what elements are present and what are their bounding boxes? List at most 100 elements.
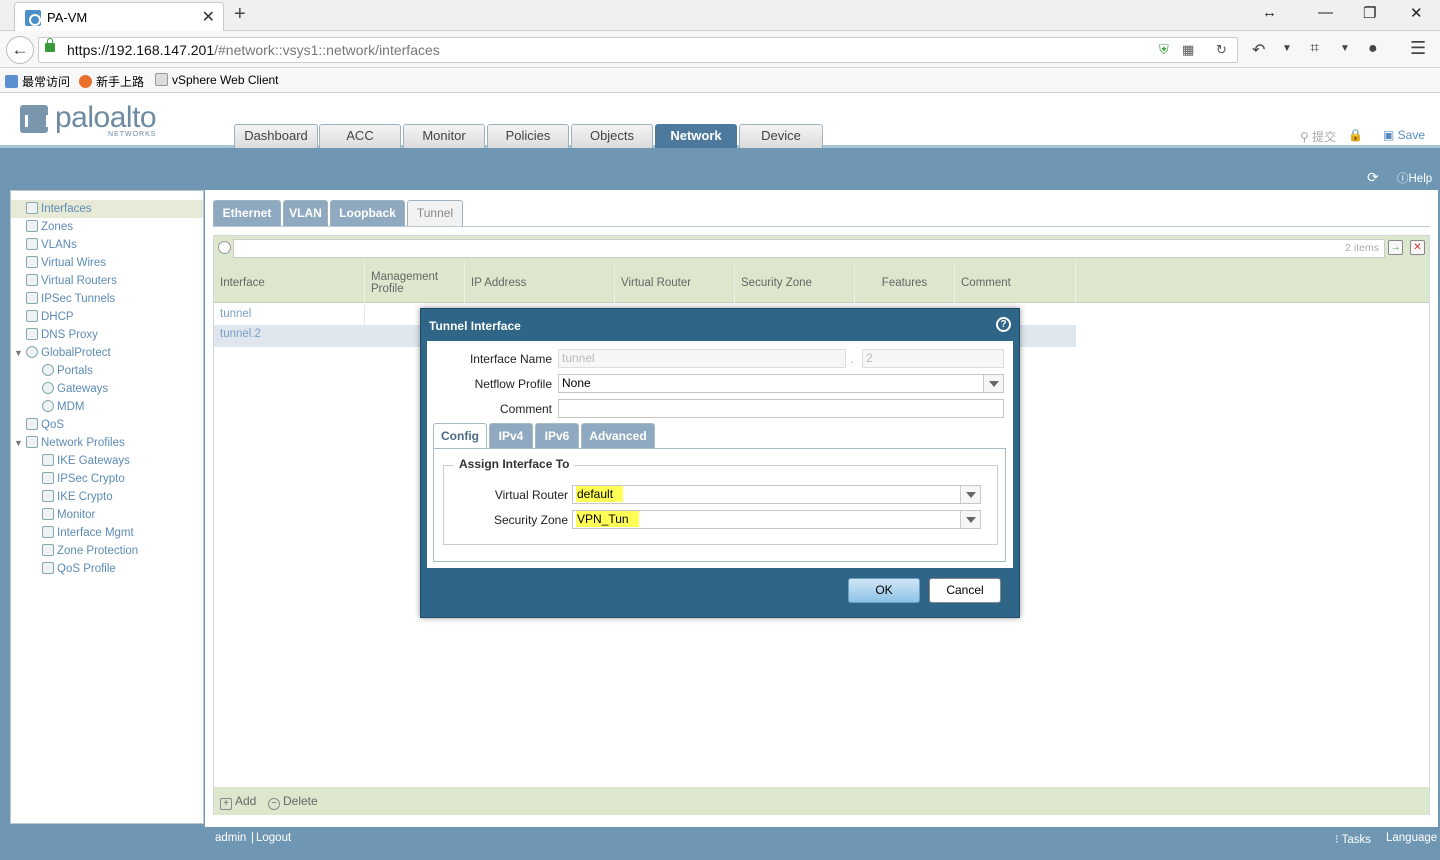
new-tab-icon[interactable]: + [234, 3, 246, 26]
lock-icon[interactable]: 🔒 [1348, 128, 1363, 142]
ok-button[interactable]: OK [848, 578, 920, 603]
help-icon[interactable]: ? [996, 317, 1011, 332]
sidebar-item-ike-gateways[interactable]: IKE Gateways [42, 452, 130, 470]
chevron-down-icon[interactable]: ▼ [1282, 43, 1292, 54]
bookmark-vsphere[interactable]: vSphere Web Client [155, 73, 279, 87]
expand-triangle-icon[interactable]: ▼ [14, 348, 23, 358]
language-link[interactable]: Language [1386, 832, 1437, 844]
help-link[interactable]: ⓘHelp [1397, 170, 1432, 186]
tab-ipv6[interactable]: IPv6 [535, 423, 579, 449]
column-header[interactable]: Security Zone [735, 262, 855, 303]
commit-button[interactable]: ⚲ 提交 [1300, 128, 1336, 145]
tab-config[interactable]: Config [433, 423, 487, 449]
tab-dashboard[interactable]: Dashboard [234, 124, 318, 148]
security-zone-select[interactable]: VPN_Tun [572, 510, 981, 529]
add-button[interactable]: + Add [220, 794, 256, 810]
expand-triangle-icon[interactable]: ▼ [14, 438, 23, 448]
sidebar-item-interface-mgmt[interactable]: Interface Mgmt [42, 524, 134, 542]
cancel-button[interactable]: Cancel [929, 578, 1001, 603]
tasks-link[interactable]: ⁝ Tasks [1335, 832, 1371, 846]
clear-filter-icon[interactable]: ✕ [1410, 240, 1425, 255]
browser-nav-bar: ← https://192.168.147.201/#network::vsys… [0, 31, 1440, 68]
minimize-icon[interactable]: — [1318, 4, 1333, 21]
interface-cell[interactable]: tunnel [220, 308, 251, 320]
tab-acc[interactable]: ACC [319, 124, 401, 148]
maximize-icon[interactable]: ❐ [1363, 4, 1376, 22]
column-header[interactable]: Interface [214, 262, 365, 303]
virtual-wires-icon [26, 256, 38, 268]
sidebar-item-portals[interactable]: Portals [42, 362, 93, 380]
sidebar-item-network-profiles[interactable]: Network Profiles [26, 434, 125, 452]
sidebar-item-monitor[interactable]: Monitor [42, 506, 95, 524]
chevron-down-icon[interactable] [960, 511, 980, 528]
tab-objects[interactable]: Objects [571, 124, 653, 148]
sidebar-item-zones[interactable]: Zones [26, 218, 73, 236]
undo-icon[interactable]: ↶ [1252, 40, 1265, 60]
sidebar-item-mdm[interactable]: MDM [42, 398, 84, 416]
tab-policies[interactable]: Policies [487, 124, 569, 148]
apply-filter-icon[interactable]: → [1388, 240, 1403, 255]
refresh-icon[interactable]: ⟳ [1367, 169, 1379, 186]
browser-tab[interactable]: PA-VM ✕ [14, 2, 224, 31]
chevron-down-icon[interactable] [960, 486, 980, 503]
tab-device[interactable]: Device [739, 124, 823, 148]
portals-icon [42, 364, 54, 376]
resize-icon[interactable]: ↔ [1262, 4, 1277, 21]
qr-code-icon[interactable]: ▦ [1182, 42, 1194, 58]
tab-monitor[interactable]: Monitor [403, 124, 485, 148]
sidebar-item-dhcp[interactable]: DHCP [26, 308, 74, 326]
column-header[interactable]: Virtual Router [615, 262, 735, 303]
tab-network[interactable]: Network [655, 124, 737, 148]
filter-input[interactable] [233, 239, 1385, 258]
tab-advanced[interactable]: Advanced [581, 423, 655, 449]
netflow-profile-select[interactable]: None [558, 374, 1004, 393]
sidebar-item-ipsec-crypto[interactable]: IPSec Crypto [42, 470, 125, 488]
sidebar-item-dns-proxy[interactable]: DNS Proxy [26, 326, 98, 344]
close-window-icon[interactable]: ✕ [1410, 4, 1423, 22]
reload-icon[interactable]: ↻ [1216, 42, 1227, 58]
column-header[interactable]: Comment [955, 262, 1076, 303]
url-bar[interactable]: https://192.168.147.201/#network::vsys1:… [38, 37, 1238, 63]
sidebar-item-virtual-routers[interactable]: Virtual Routers [26, 272, 117, 290]
chevron-down-icon[interactable]: ▼ [1340, 43, 1350, 54]
assign-interface-fieldset: Assign Interface To Virtual Router defau… [443, 457, 998, 545]
sidebar-item-zone-protection[interactable]: Zone Protection [42, 542, 138, 560]
subtab-ethernet[interactable]: Ethernet [213, 200, 281, 226]
back-button[interactable]: ← [6, 36, 34, 64]
zones-icon [26, 220, 38, 232]
column-header[interactable]: Features [855, 262, 955, 303]
sidebar-item-label: QoS [41, 419, 65, 431]
column-header[interactable]: Management Profile [365, 262, 465, 303]
subtab-tunnel[interactable]: Tunnel [407, 200, 463, 226]
sidebar-item-qos-profile[interactable]: QoS Profile [42, 560, 116, 578]
sidebar-item-gateways[interactable]: Gateways [42, 380, 108, 398]
chevron-down-icon[interactable] [983, 375, 1003, 392]
bookmark-getting-started[interactable]: 新手上路 [79, 73, 144, 90]
subtab-vlan[interactable]: VLAN [283, 200, 328, 226]
sidebar-item-label: Virtual Routers [41, 275, 117, 287]
interface-cell[interactable]: tunnel.2 [220, 328, 261, 340]
delete-button[interactable]: − Delete [268, 794, 318, 810]
menu-icon[interactable]: ☰ [1410, 38, 1426, 59]
close-tab-icon[interactable]: ✕ [202, 7, 215, 27]
sidebar-item-qos[interactable]: QoS [26, 416, 64, 434]
sidebar-item-label: Monitor [57, 509, 96, 521]
sidebar-item-vlans[interactable]: VLANs [26, 236, 77, 254]
sidebar-item-ipsec-tunnels[interactable]: IPSec Tunnels [26, 290, 115, 308]
save-button[interactable]: ▣ Save [1383, 128, 1425, 142]
sidebar-item-virtual-wires[interactable]: Virtual Wires [26, 254, 106, 272]
column-header[interactable]: IP Address [465, 262, 615, 303]
crop-icon[interactable]: ⌗ [1310, 40, 1319, 58]
shield-icon[interactable]: ⛨ [1159, 42, 1169, 58]
chat-icon[interactable]: ● [1368, 40, 1378, 58]
sidebar-item-ike-crypto[interactable]: IKE Crypto [42, 488, 113, 506]
status-bar: admin | Logout ⁝ Tasks Language [205, 827, 1438, 850]
virtual-router-select[interactable]: default [572, 485, 981, 504]
logout-link[interactable]: Logout [256, 832, 291, 844]
bookmark-most-visited[interactable]: 最常访问 [5, 73, 70, 90]
sidebar-item-interfaces[interactable]: Interfaces [11, 200, 203, 218]
comment-input[interactable] [558, 399, 1004, 418]
subtab-loopback[interactable]: Loopback [330, 200, 405, 226]
tab-ipv4[interactable]: IPv4 [489, 423, 533, 449]
sidebar-item-globalprotect[interactable]: GlobalProtect [26, 344, 111, 362]
